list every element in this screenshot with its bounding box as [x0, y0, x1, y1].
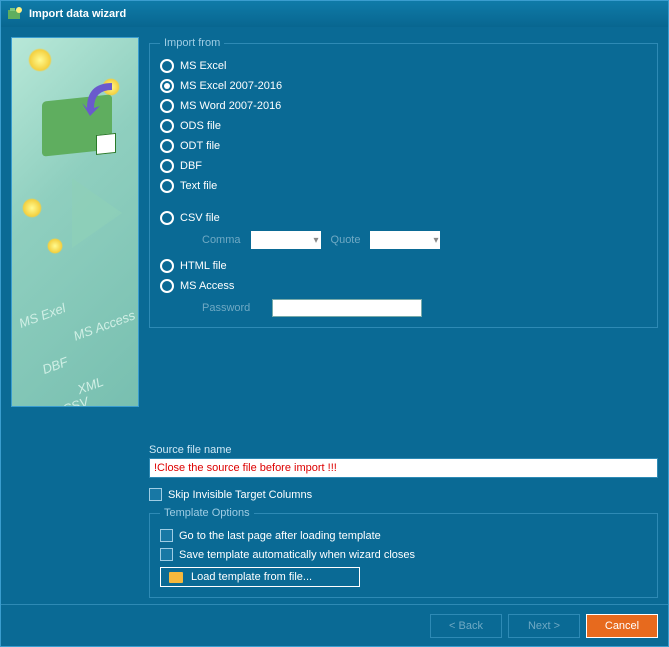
right-column: Import from MS Excel MS Excel 2007-2016 … [149, 37, 658, 436]
radio-ods[interactable]: ODS file [160, 119, 647, 133]
password-label: Password [202, 302, 262, 314]
radio-label: MS Access [180, 280, 234, 292]
radio-access[interactable]: MS Access [160, 279, 647, 293]
radio-html[interactable]: HTML file [160, 259, 647, 273]
titlebar[interactable]: Import data wizard [1, 1, 668, 27]
radio-icon [160, 59, 174, 73]
radio-icon [160, 99, 174, 113]
source-file-input[interactable] [149, 458, 658, 478]
go-last-page-checkbox[interactable]: Go to the last page after loading templa… [160, 529, 647, 542]
app-icon [7, 6, 23, 22]
radio-csv[interactable]: CSV file [160, 211, 647, 225]
quote-label: Quote [331, 234, 361, 246]
access-password-row: Password [202, 299, 647, 317]
radio-label: Text file [180, 180, 217, 192]
checkbox-icon [160, 529, 173, 542]
quote-combo[interactable]: ▾ [370, 231, 440, 249]
checkbox-label: Go to the last page after loading templa… [179, 530, 381, 542]
checkbox-label: Save template automatically when wizard … [179, 549, 415, 561]
button-label: Load template from file... [191, 571, 312, 583]
radio-dbf[interactable]: DBF [160, 159, 647, 173]
chevron-down-icon: ▾ [433, 235, 438, 246]
radio-ms-excel[interactable]: MS Excel [160, 59, 647, 73]
radio-odt[interactable]: ODT file [160, 139, 647, 153]
body: MS Exel MS Access DBF XML CSV Import fro… [1, 27, 668, 646]
radio-text[interactable]: Text file [160, 179, 647, 193]
radio-label: MS Excel 2007-2016 [180, 80, 282, 92]
illus-text-csv: CSV [60, 394, 90, 407]
comma-label: Comma [202, 234, 241, 246]
radio-label: CSV file [180, 212, 220, 224]
radio-label: HTML file [180, 260, 227, 272]
radio-icon [160, 79, 174, 93]
template-options-legend: Template Options [160, 507, 254, 519]
radio-icon [160, 119, 174, 133]
checkbox-icon [160, 548, 173, 561]
title-label: Import data wizard [29, 8, 126, 20]
illus-text-access: MS Access [71, 307, 137, 343]
csv-options: Comma ▾ Quote ▾ [202, 231, 647, 249]
footer: < Back Next > Cancel [1, 604, 668, 646]
radio-ms-word-2007[interactable]: MS Word 2007-2016 [160, 99, 647, 113]
radio-ms-excel-2007[interactable]: MS Excel 2007-2016 [160, 79, 647, 93]
cancel-button[interactable]: Cancel [586, 614, 658, 638]
radio-icon [160, 159, 174, 173]
password-field[interactable] [272, 299, 422, 317]
radio-icon [160, 179, 174, 193]
folder-icon [169, 572, 183, 583]
import-from-group: Import from MS Excel MS Excel 2007-2016 … [149, 37, 658, 328]
illus-text-xml: XML [75, 374, 105, 397]
source-file-label: Source file name [149, 444, 658, 456]
wizard-illustration: MS Exel MS Access DBF XML CSV [11, 37, 139, 407]
next-button[interactable]: Next > [508, 614, 580, 638]
auto-save-checkbox[interactable]: Save template automatically when wizard … [160, 548, 647, 561]
radio-icon [160, 211, 174, 225]
illus-text-dbf: DBF [40, 354, 70, 377]
illus-text-excel: MS Exel [17, 300, 68, 331]
radio-label: MS Excel [180, 60, 226, 72]
back-button[interactable]: < Back [430, 614, 502, 638]
checkbox-icon [149, 488, 162, 501]
checkbox-label: Skip Invisible Target Columns [168, 489, 312, 501]
import-wizard-window: Import data wizard MS Exel MS Access DBF… [0, 0, 669, 647]
import-from-legend: Import from [160, 37, 224, 49]
main-area: MS Exel MS Access DBF XML CSV Import fro… [1, 27, 668, 440]
template-options-group: Template Options Go to the last page aft… [149, 507, 658, 598]
lower-area: Source file name Skip Invisible Target C… [1, 440, 668, 604]
radio-label: DBF [180, 160, 202, 172]
radio-label: ODS file [180, 120, 221, 132]
chevron-down-icon: ▾ [313, 235, 318, 246]
load-template-button[interactable]: Load template from file... [160, 567, 360, 587]
radio-icon [160, 259, 174, 273]
skip-invisible-checkbox[interactable]: Skip Invisible Target Columns [149, 488, 658, 501]
comma-combo[interactable]: ▾ [251, 231, 321, 249]
radio-icon [160, 139, 174, 153]
radio-label: ODT file [180, 140, 220, 152]
radio-icon [160, 279, 174, 293]
radio-label: MS Word 2007-2016 [180, 100, 281, 112]
